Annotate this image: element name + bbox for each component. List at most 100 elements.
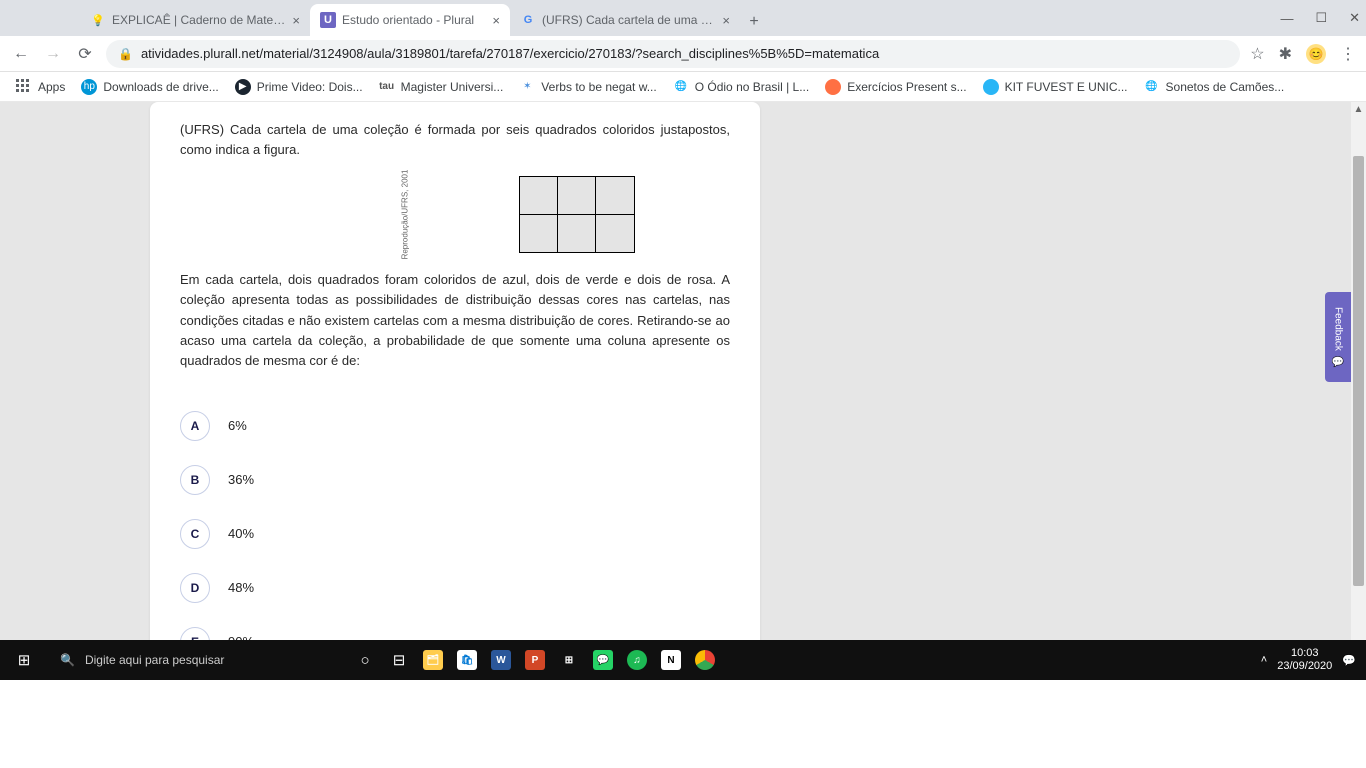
- url-text: atividades.plurall.net/material/3124908/…: [141, 46, 879, 61]
- bookmark-item[interactable]: 🌐 Sonetos de Camões...: [1138, 76, 1291, 98]
- close-window-button[interactable]: ✕: [1349, 10, 1360, 26]
- windows-taskbar: ⊞ 🔍 Digite aqui para pesquisar ○ ⊟ 🗂 🛍 W…: [0, 640, 1366, 680]
- chat-icon: 💬: [1333, 355, 1344, 367]
- scrollbar-thumb[interactable]: [1353, 156, 1364, 586]
- scrollbar-track[interactable]: ▲ ▼: [1351, 102, 1366, 680]
- tab-title: EXPLICAÊ | Caderno de Matemáti: [112, 13, 286, 27]
- profile-avatar[interactable]: 😊: [1306, 44, 1326, 64]
- forward-button[interactable]: →: [42, 43, 64, 65]
- spotify-icon[interactable]: ♫: [620, 640, 654, 680]
- browser-tab[interactable]: 💡 EXPLICAÊ | Caderno de Matemáti ×: [80, 4, 310, 36]
- app-icon[interactable]: ⊞: [552, 640, 586, 680]
- feedback-button[interactable]: Feedback 💬: [1325, 292, 1351, 382]
- bookmark-item[interactable]: hp Downloads de drive...: [75, 76, 224, 98]
- close-icon[interactable]: ×: [292, 13, 300, 28]
- tab-title: (UFRS) Cada cartela de uma cole: [542, 13, 716, 27]
- bookmark-favicon: ▶: [235, 79, 251, 95]
- notifications-icon[interactable]: 💬: [1342, 654, 1356, 667]
- start-button[interactable]: ⊞: [0, 640, 48, 680]
- bookmark-label: Prime Video: Dois...: [257, 80, 363, 94]
- bookmark-item[interactable]: 🌐 O Ódio no Brasil | L...: [667, 76, 816, 98]
- answer-option[interactable]: B 36%: [180, 465, 730, 495]
- bookmark-label: Verbs to be negat w...: [541, 80, 656, 94]
- browser-tab-strip: 💡 EXPLICAÊ | Caderno de Matemáti × U Est…: [0, 0, 1366, 36]
- question-figure: Reprodução/UFRS, 2001: [180, 176, 730, 252]
- notion-icon[interactable]: N: [654, 640, 688, 680]
- bookmark-favicon: [983, 79, 999, 95]
- maximize-button[interactable]: ☐: [1315, 10, 1327, 26]
- app-icon[interactable]: 💬: [586, 640, 620, 680]
- question-body: Em cada cartela, dois quadrados foram co…: [180, 270, 730, 371]
- close-icon[interactable]: ×: [492, 13, 500, 28]
- answer-letter: A: [180, 411, 210, 441]
- apps-icon: [16, 79, 32, 95]
- cortana-icon[interactable]: ○: [348, 640, 382, 680]
- bookmark-label: Magister Universi...: [401, 80, 504, 94]
- address-bar: ← → ⟳ 🔒 atividades.plurall.net/material/…: [0, 36, 1366, 72]
- tab-favicon: U: [320, 12, 336, 28]
- reload-button[interactable]: ⟳: [74, 43, 96, 65]
- store-icon[interactable]: 🛍: [450, 640, 484, 680]
- answer-option[interactable]: A 6%: [180, 411, 730, 441]
- bookmark-label: Sonetos de Camões...: [1166, 80, 1285, 94]
- answer-text: 6%: [228, 418, 247, 433]
- bookmark-label: O Ódio no Brasil | L...: [695, 80, 810, 94]
- question-intro: (UFRS) Cada cartela de uma coleção é for…: [180, 120, 730, 160]
- extensions-icon[interactable]: ✱: [1279, 44, 1292, 64]
- answer-option[interactable]: D48%: [180, 573, 730, 603]
- answer-text: 36%: [228, 472, 254, 487]
- bookmark-favicon: hp: [81, 79, 97, 95]
- tab-favicon: G: [520, 12, 536, 28]
- scroll-up-icon[interactable]: ▲: [1351, 102, 1366, 117]
- bookmark-favicon: ✶: [519, 79, 535, 95]
- new-tab-button[interactable]: +: [740, 8, 768, 36]
- bookmark-favicon: tau: [379, 79, 395, 95]
- minimize-button[interactable]: —: [1280, 11, 1293, 26]
- answer-text: 48%: [228, 580, 254, 595]
- bookmark-item[interactable]: ▶ Prime Video: Dois...: [229, 76, 369, 98]
- system-tray: ˄ 10:03 23/09/2020 💬: [1261, 647, 1366, 673]
- bookmark-item[interactable]: ✶ Verbs to be negat w...: [513, 76, 662, 98]
- question-card: (UFRS) Cada cartela de uma coleção é for…: [150, 102, 760, 680]
- file-explorer-icon[interactable]: 🗂: [416, 640, 450, 680]
- word-icon[interactable]: W: [484, 640, 518, 680]
- answer-letter: B: [180, 465, 210, 495]
- bookmark-label: Exercícios Present s...: [847, 80, 966, 94]
- taskbar-apps: ○ ⊟ 🗂 🛍 W P ⊞ 💬 ♫ N: [348, 640, 722, 680]
- url-input[interactable]: 🔒 atividades.plurall.net/material/312490…: [106, 40, 1240, 68]
- apps-shortcut[interactable]: Apps: [10, 76, 71, 98]
- feedback-label: Feedback: [1333, 307, 1344, 351]
- answer-option[interactable]: C40%: [180, 519, 730, 549]
- bookmark-label: Downloads de drive...: [103, 80, 218, 94]
- bookmark-item[interactable]: Exercícios Present s...: [819, 76, 972, 98]
- bookmark-label: KIT FUVEST E UNIC...: [1005, 80, 1128, 94]
- lock-icon: 🔒: [118, 47, 133, 61]
- back-button[interactable]: ←: [10, 43, 32, 65]
- bookmark-item[interactable]: KIT FUVEST E UNIC...: [977, 76, 1134, 98]
- menu-icon[interactable]: ⋮: [1340, 44, 1356, 64]
- bookmark-label: Apps: [38, 80, 65, 94]
- search-placeholder: Digite aqui para pesquisar: [85, 653, 224, 667]
- blank-area: [0, 680, 1366, 768]
- bookmark-favicon: 🌐: [1144, 79, 1160, 95]
- taskbar-clock[interactable]: 10:03 23/09/2020: [1277, 647, 1332, 673]
- window-controls: — ☐ ✕: [1280, 0, 1360, 36]
- answers-list: A6% B36% C40% D48% E90%: [180, 411, 730, 657]
- taskbar-search[interactable]: 🔍 Digite aqui para pesquisar: [48, 640, 328, 680]
- bookmark-favicon: 🌐: [673, 79, 689, 95]
- task-view-icon[interactable]: ⊟: [382, 640, 416, 680]
- bookmark-star-icon[interactable]: ☆: [1250, 44, 1264, 64]
- powerpoint-icon[interactable]: P: [518, 640, 552, 680]
- bookmark-item[interactable]: tau Magister Universi...: [373, 76, 510, 98]
- answer-text: 40%: [228, 526, 254, 541]
- grid-figure: [520, 176, 634, 252]
- bookmark-favicon: [825, 79, 841, 95]
- tab-title: Estudo orientado - Plural: [342, 13, 486, 27]
- browser-tab[interactable]: U Estudo orientado - Plural ×: [310, 4, 510, 36]
- bookmarks-bar: Apps hp Downloads de drive... ▶ Prime Vide…: [0, 72, 1366, 102]
- chrome-icon[interactable]: [688, 640, 722, 680]
- close-icon[interactable]: ×: [722, 13, 730, 28]
- tab-favicon: 💡: [90, 12, 106, 28]
- browser-tab[interactable]: G (UFRS) Cada cartela de uma cole ×: [510, 4, 740, 36]
- tray-expand-icon[interactable]: ˄: [1261, 654, 1267, 666]
